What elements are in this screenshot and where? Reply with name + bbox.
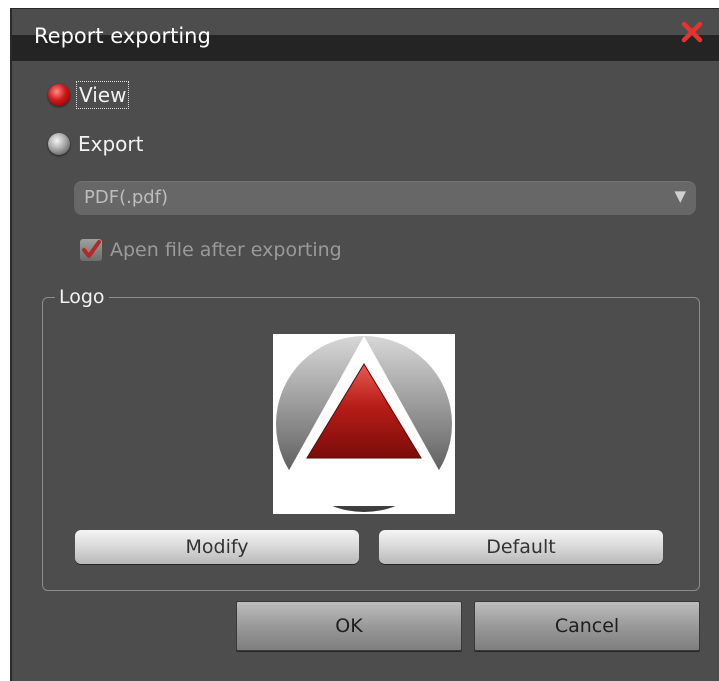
export-option[interactable]: Export <box>48 129 143 159</box>
report-exporting-dialog: Report exporting View Export PDF(.pdf) ▼… <box>10 8 719 681</box>
ok-button[interactable]: OK <box>236 601 462 651</box>
open-after-export-checkbox[interactable] <box>80 239 102 261</box>
view-option[interactable]: View <box>48 80 130 110</box>
view-radio[interactable] <box>48 84 70 106</box>
open-after-export-option[interactable]: Apen file after exporting <box>80 235 342 265</box>
format-select[interactable]: PDF(.pdf) ▼ <box>74 181 696 215</box>
cancel-button[interactable]: Cancel <box>474 601 700 651</box>
title-bar[interactable]: Report exporting <box>12 9 719 61</box>
modify-logo-button[interactable]: Modify <box>75 530 359 564</box>
logo-image <box>269 334 459 514</box>
format-select-value: PDF(.pdf) <box>84 187 169 208</box>
logo-group: Logo Modify Default <box>42 285 700 591</box>
default-logo-button[interactable]: Default <box>379 530 663 564</box>
dialog-title: Report exporting <box>34 24 211 48</box>
export-radio[interactable] <box>48 133 70 155</box>
chevron-down-icon[interactable]: ▼ <box>674 187 686 205</box>
open-after-export-label: Apen file after exporting <box>110 239 342 261</box>
export-label: Export <box>78 132 144 156</box>
checkmark-icon <box>82 240 101 258</box>
view-label: View <box>75 81 130 109</box>
logo-triangle-icon <box>269 336 459 512</box>
logo-group-label: Logo <box>55 285 109 309</box>
close-icon[interactable] <box>681 21 703 43</box>
